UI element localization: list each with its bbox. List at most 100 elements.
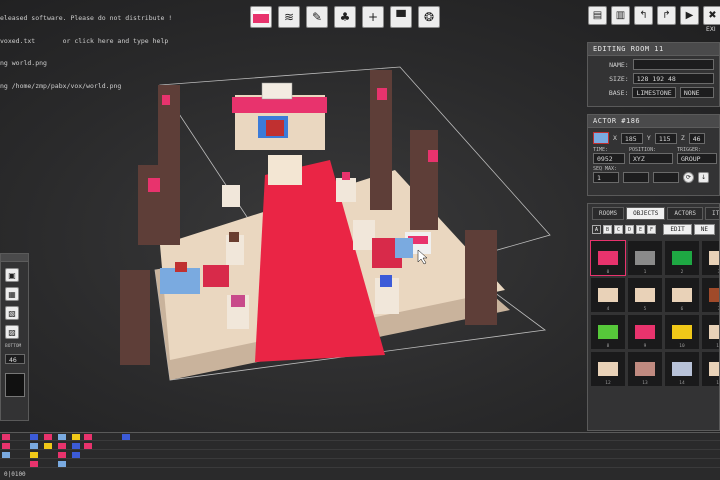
bottom-input[interactable]: 46 [5, 354, 25, 364]
object-cell[interactable]: 15 [702, 352, 719, 386]
filter-a[interactable]: A [592, 225, 601, 234]
cycle-button[interactable]: ⟳ [683, 172, 694, 183]
pedestal [353, 220, 375, 250]
object-thumbnail [635, 325, 655, 339]
object-cell[interactable]: 5 [628, 278, 662, 312]
timeline-keyframe[interactable] [2, 443, 10, 449]
timeline-keyframe[interactable] [72, 443, 80, 449]
filter-b[interactable]: B [603, 225, 612, 234]
undo-button[interactable]: ↰ [634, 6, 653, 25]
y-input[interactable]: 115 [654, 132, 677, 144]
timeline-keyframe[interactable] [58, 452, 66, 458]
timeline-keyframe[interactable] [58, 443, 66, 449]
timeline-keyframe[interactable] [30, 443, 38, 449]
timeline-keyframe[interactable] [58, 434, 66, 440]
object-cell[interactable]: 14 [665, 352, 699, 386]
fill-icon: ❂ [423, 10, 435, 24]
timeline-row[interactable] [0, 460, 720, 468]
timeline-keyframe[interactable] [72, 452, 80, 458]
tab-items[interactable]: ITEM [705, 207, 719, 220]
play-button[interactable]: ▶ [680, 6, 699, 25]
size-label: SIZE: [609, 74, 629, 83]
time-input[interactable]: 0952 [593, 153, 625, 164]
room-name-input[interactable] [632, 59, 714, 70]
timeline-keyframe[interactable] [72, 434, 80, 440]
actor-sprite[interactable] [266, 120, 284, 136]
filter-d[interactable]: D [625, 225, 634, 234]
redo-button[interactable]: ↱ [657, 6, 676, 25]
object-cell[interactable]: 0 [590, 240, 626, 276]
object-cell[interactable]: 11 [702, 315, 719, 349]
filter-e[interactable]: E [636, 225, 645, 234]
x-label: X [613, 134, 617, 142]
filter-row: A B C D E F EDIT NE [588, 220, 719, 239]
left-tool-1[interactable]: ▣ [5, 268, 19, 282]
trigger-select[interactable]: GROUP [677, 153, 717, 164]
filter-c[interactable]: C [614, 225, 623, 234]
camera-left-button[interactable]: ▤ [588, 6, 607, 25]
base-select[interactable]: LIMESTONE [632, 87, 676, 98]
actor-sprite[interactable] [203, 265, 229, 287]
object-cell[interactable]: 1 [628, 241, 662, 275]
object-cell[interactable]: 7 [702, 278, 719, 312]
object-cell[interactable]: 10 [665, 315, 699, 349]
camera-right-button[interactable]: ▥ [611, 6, 630, 25]
object-cell[interactable]: 9 [628, 315, 662, 349]
room-panel-title: EDITING ROOM 11 [588, 43, 719, 56]
object-cell[interactable]: 12 [591, 352, 625, 386]
edit-button[interactable]: EDIT [663, 224, 692, 235]
pillar-front-left [120, 270, 150, 365]
seq-input[interactable]: 1 [593, 172, 619, 183]
timeline-keyframe[interactable] [58, 461, 66, 467]
object-cell[interactable]: 4 [591, 278, 625, 312]
tab-objects[interactable]: OBJECTS [626, 207, 666, 220]
color-swatch-button[interactable] [250, 6, 272, 28]
timeline-keyframe[interactable] [30, 461, 38, 467]
tab-rooms[interactable]: ROOMS [592, 207, 625, 220]
actor-sprite[interactable] [395, 238, 413, 258]
timeline[interactable]: 0|0100 [0, 432, 720, 480]
object-cell[interactable]: 13 [628, 352, 662, 386]
exit-button[interactable]: ✖ [703, 6, 720, 25]
tab-actors[interactable]: ACTORS [667, 207, 704, 220]
new-button[interactable]: NE [693, 224, 715, 235]
position-select[interactable]: XYZ [629, 153, 673, 164]
z-input[interactable]: 46 [688, 132, 705, 144]
object-cell[interactable]: 6 [665, 278, 699, 312]
plus-button[interactable]: + [362, 6, 384, 28]
timeline-keyframe[interactable] [30, 434, 38, 440]
object-cell[interactable]: 3 [702, 241, 719, 275]
object-number: 2 [680, 270, 684, 275]
layers-button[interactable]: ≋ [278, 6, 300, 28]
timeline-keyframe[interactable] [44, 443, 52, 449]
actor-sprite[interactable] [175, 262, 187, 272]
timeline-keyframe[interactable] [2, 452, 10, 458]
left-tool-3[interactable]: ▧ [5, 306, 19, 320]
extra-field-2[interactable] [653, 172, 679, 183]
extra-field-1[interactable] [623, 172, 649, 183]
timeline-row[interactable] [0, 451, 720, 459]
fill-button[interactable]: ❂ [418, 6, 440, 28]
left-tool-4[interactable]: ▨ [5, 325, 19, 339]
timeline-keyframe[interactable] [2, 434, 10, 440]
timeline-keyframe[interactable] [84, 434, 92, 440]
paint-roller-button[interactable]: ▀ [390, 6, 412, 28]
object-cell[interactable]: 8 [591, 315, 625, 349]
down-button[interactable]: ↓ [698, 172, 709, 183]
base-select-2[interactable]: NONE [679, 87, 714, 98]
stamp-button[interactable]: ♣ [334, 6, 356, 28]
object-cell[interactable]: 2 [665, 241, 699, 275]
object-number: 5 [643, 307, 647, 312]
timeline-row[interactable] [0, 433, 720, 441]
console-log[interactable]: eleased software. Please do not distribu… [0, 0, 250, 98]
timeline-keyframe[interactable] [84, 443, 92, 449]
room-size-input[interactable]: 128 192 48 [632, 73, 714, 84]
timeline-row[interactable] [0, 442, 720, 450]
timeline-keyframe[interactable] [122, 434, 130, 440]
left-tool-2[interactable]: ▦ [5, 287, 19, 301]
pencil-button[interactable]: ✎ [306, 6, 328, 28]
x-input[interactable]: 185 [620, 132, 643, 144]
filter-f[interactable]: F [647, 225, 656, 234]
timeline-keyframe[interactable] [30, 452, 38, 458]
timeline-keyframe[interactable] [44, 434, 52, 440]
